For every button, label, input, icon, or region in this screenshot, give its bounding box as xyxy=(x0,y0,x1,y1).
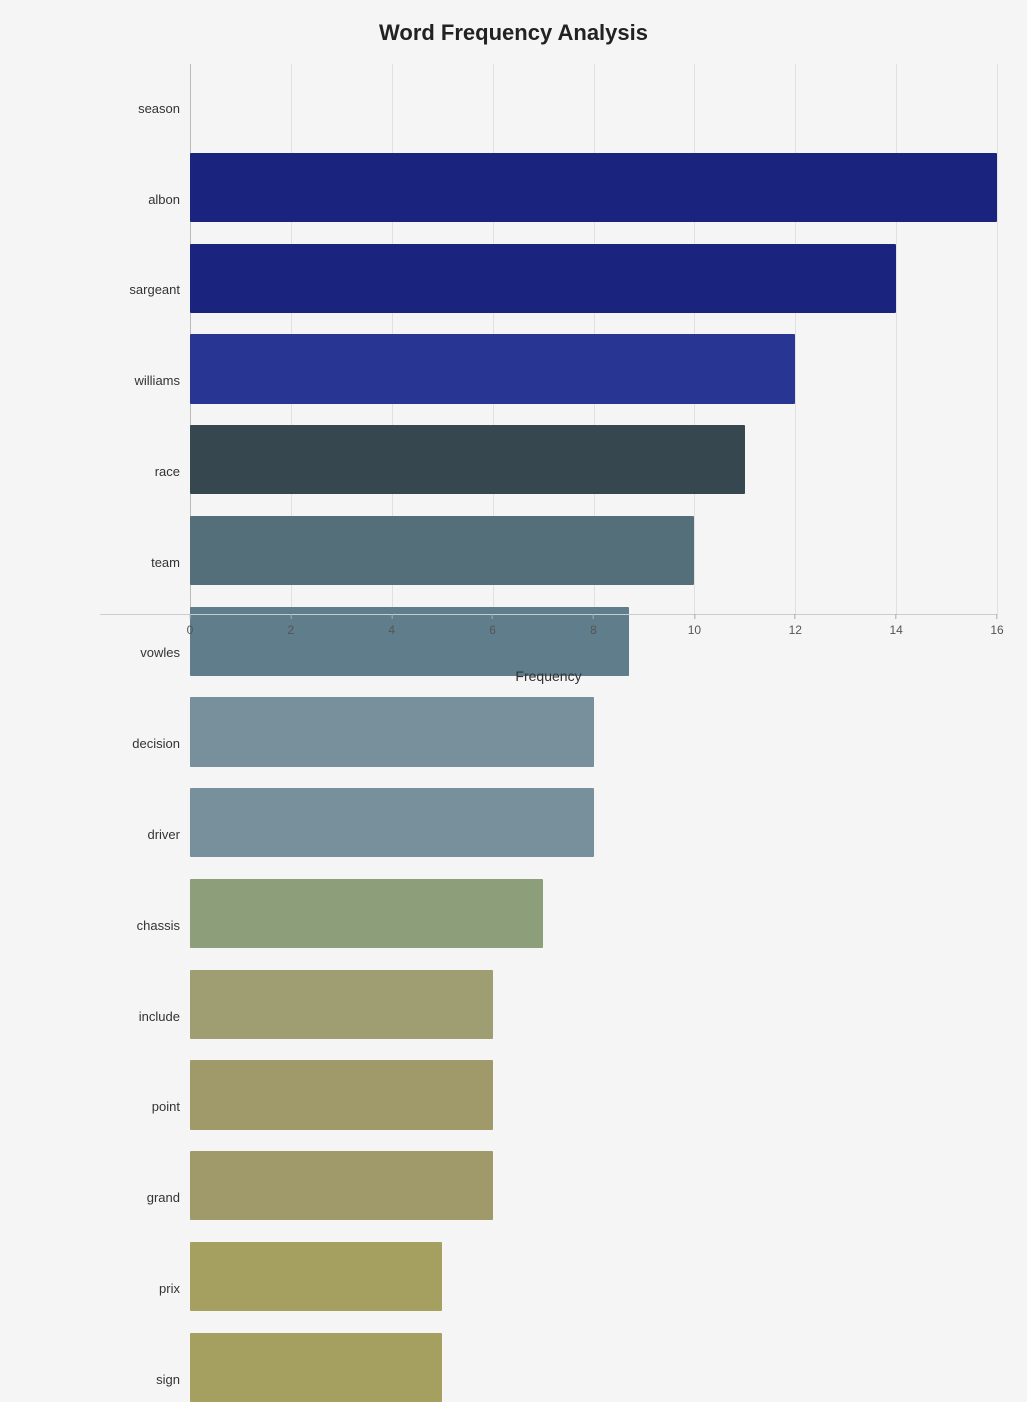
x-tick: 2 xyxy=(288,614,295,637)
bar-track xyxy=(190,336,997,425)
bar-label: sign xyxy=(100,1372,190,1387)
bar-label: decision xyxy=(100,736,190,751)
x-tick-line xyxy=(492,614,493,619)
bar-label: sargeant xyxy=(100,282,190,297)
bar-row: include xyxy=(100,972,997,1061)
bar-row: chassis xyxy=(100,881,997,970)
bar-track xyxy=(190,881,997,970)
x-tick: 12 xyxy=(789,614,802,637)
bar-row: season xyxy=(100,64,997,153)
bar-track xyxy=(190,1153,997,1242)
x-tick-label: 12 xyxy=(789,623,802,637)
bar-label: driver xyxy=(100,827,190,842)
x-tick: 10 xyxy=(688,614,701,637)
bar-label: williams xyxy=(100,373,190,388)
x-tick-label: 8 xyxy=(590,623,597,637)
x-ticks: 0246810121416 xyxy=(100,614,997,654)
bar-track xyxy=(190,1244,997,1333)
bar-track xyxy=(190,699,997,788)
chart-title: Word Frequency Analysis xyxy=(30,20,997,46)
bar-row: point xyxy=(100,1062,997,1151)
bar-row: grand xyxy=(100,1153,997,1242)
chart-container: Word Frequency Analysis season albon sarge… xyxy=(0,0,1027,701)
x-tick-line xyxy=(190,614,191,619)
bar-row: race xyxy=(100,427,997,516)
x-tick-label: 2 xyxy=(288,623,295,637)
bar-row: albon xyxy=(100,155,997,244)
x-tick-line xyxy=(795,614,796,619)
x-tick-line xyxy=(290,614,291,619)
x-tick-label: 16 xyxy=(990,623,1003,637)
bar-track xyxy=(190,246,997,335)
bar-label: race xyxy=(100,464,190,479)
x-axis-title: Frequency xyxy=(100,668,997,684)
bar-track xyxy=(190,1335,997,1402)
x-tick-label: 0 xyxy=(187,623,194,637)
bars-wrapper: seasonalbonsargeantwilliamsraceteamvowle… xyxy=(100,64,997,614)
bar-label: season xyxy=(100,101,190,116)
grid-line xyxy=(997,64,998,614)
bar-label: team xyxy=(100,555,190,570)
bar-label: chassis xyxy=(100,918,190,933)
x-tick-label: 14 xyxy=(889,623,902,637)
x-tick-line xyxy=(996,614,997,619)
x-tick: 16 xyxy=(990,614,1003,637)
bar-label: grand xyxy=(100,1190,190,1205)
x-tick-line xyxy=(593,614,594,619)
bar-track xyxy=(190,427,997,516)
bar-row: williams xyxy=(100,336,997,425)
x-tick-line xyxy=(896,614,897,619)
x-tick-label: 4 xyxy=(388,623,395,637)
bar-label: albon xyxy=(100,192,190,207)
x-tick: 8 xyxy=(590,614,597,637)
bar-row: sargeant xyxy=(100,246,997,335)
bar-row: prix xyxy=(100,1244,997,1333)
x-tick: 6 xyxy=(489,614,496,637)
chart-area: seasonalbonsargeantwilliamsraceteamvowle… xyxy=(100,64,997,654)
bar-track xyxy=(190,790,997,879)
bar-row: driver xyxy=(100,790,997,879)
x-tick: 14 xyxy=(889,614,902,637)
bar-row: sign xyxy=(100,1335,997,1402)
x-tick: 0 xyxy=(187,614,194,637)
bar-track xyxy=(190,1062,997,1151)
x-tick: 4 xyxy=(388,614,395,637)
bar-track xyxy=(190,155,997,244)
x-tick-label: 6 xyxy=(489,623,496,637)
x-tick-label: 10 xyxy=(688,623,701,637)
bar-label: point xyxy=(100,1099,190,1114)
bar-row: decision xyxy=(100,699,997,788)
x-tick-line xyxy=(391,614,392,619)
x-axis: 0246810121416 Frequency xyxy=(100,614,997,654)
bar-row: team xyxy=(100,518,997,607)
bar-track xyxy=(190,972,997,1061)
bar-track xyxy=(190,64,997,153)
bar-label: prix xyxy=(100,1281,190,1296)
x-tick-line xyxy=(694,614,695,619)
bar-label: include xyxy=(100,1009,190,1024)
bar-track xyxy=(190,518,997,607)
